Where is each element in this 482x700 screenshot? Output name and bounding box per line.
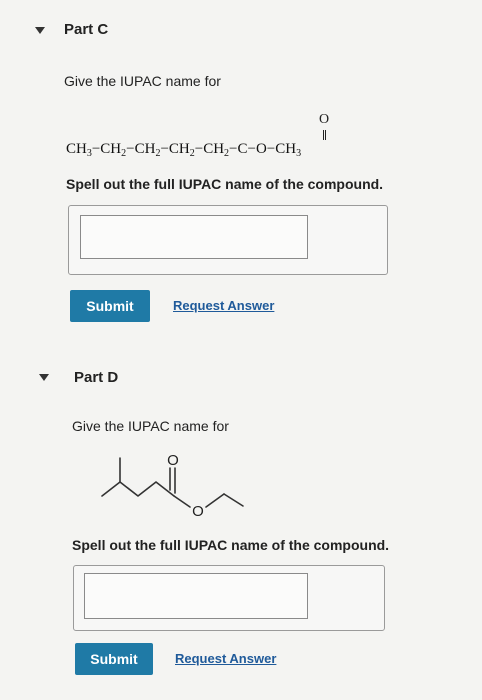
part-d-instruction: Spell out the full IUPAC name of the com…: [72, 537, 390, 553]
part-c-title: Part C: [64, 21, 109, 38]
part-c-double-bond: [323, 130, 326, 140]
part-c-caret-icon[interactable]: [35, 27, 45, 34]
part-d-title: Part D: [74, 369, 119, 386]
part-d-caret-icon[interactable]: [39, 374, 49, 381]
methoxy-bond-2: [223, 493, 244, 507]
part-d-prompt: Give the IUPAC name for: [72, 418, 229, 434]
part-d-submit-button[interactable]: Submit: [75, 643, 153, 675]
part-d-ester-oxygen: O: [192, 503, 204, 520]
part-c-instruction: Spell out the full IUPAC name of the com…: [66, 176, 384, 192]
part-c-answer-input[interactable]: [80, 215, 308, 259]
part-d-skeletal-structure: O O: [101, 452, 244, 520]
part-d-carbonyl-oxygen: O: [167, 452, 179, 469]
part-d-request-answer-link[interactable]: Request Answer: [175, 651, 276, 666]
part-c-formula: CH3−CH2−CH2−CH2−CH2−C−O−CH3: [66, 141, 302, 159]
part-d-answer-input[interactable]: [84, 573, 308, 619]
part-c-request-answer-link[interactable]: Request Answer: [173, 298, 274, 313]
methoxy-bond-1: [205, 493, 225, 508]
part-c-carbonyl-oxygen: O: [319, 112, 330, 127]
ester-bond: [173, 495, 191, 508]
part-c-prompt: Give the IUPAC name for: [64, 73, 221, 89]
part-c-submit-button[interactable]: Submit: [70, 290, 150, 322]
carbon-chain: [101, 481, 175, 497]
